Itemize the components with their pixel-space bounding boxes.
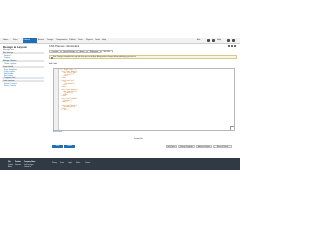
tab-help[interactable]: Help xyxy=(102,38,108,43)
line-number-gutter xyxy=(54,69,59,130)
footer-link-privacy[interactable]: Privacy xyxy=(52,163,57,164)
logout-icon[interactable] xyxy=(232,39,235,42)
footer-col-product-heading: Product xyxy=(15,162,21,163)
subtab-responsive[interactable]: Responsive xyxy=(87,50,101,53)
manage-templates-button[interactable]: Manage Templates xyxy=(178,145,195,148)
save-button[interactable]: Save xyxy=(52,145,63,148)
ask-link[interactable]: Ask xyxy=(197,38,200,43)
info-text: Note: Changes to template files may affe… xyxy=(53,57,137,58)
user-icon[interactable] xyxy=(207,39,210,42)
editor-label: Edit Code xyxy=(49,63,57,65)
footer-link-legal[interactable]: Legal xyxy=(68,163,72,164)
page-title: CSS Themes - Reminders xyxy=(49,45,80,48)
footer-link-contact[interactable]: Contact xyxy=(85,163,90,164)
footer-link-terms[interactable]: Terms xyxy=(60,163,64,164)
footer-col-product-line[interactable]: Features xyxy=(15,165,21,166)
info-icon xyxy=(51,57,53,59)
tab-reports[interactable]: Reports xyxy=(86,38,94,43)
code-editor[interactable]: <!-- header start --> <div class="header… xyxy=(53,68,235,131)
footer-col-company-line[interactable]: Contact us xyxy=(24,167,31,168)
settings-icon[interactable] xyxy=(231,45,233,47)
subtab-overview[interactable]: Overview xyxy=(49,50,61,53)
subtab-edit-files[interactable]: Edit Files xyxy=(101,50,113,53)
info-notice: Note: Changes to template files may affe… xyxy=(49,55,237,59)
tab-home[interactable]: Home xyxy=(3,38,12,43)
add-template-link[interactable]: Add Template xyxy=(53,132,62,133)
footer-col-site-line[interactable]: About xyxy=(8,167,12,168)
help-topics-button[interactable]: Help Topics xyxy=(166,145,177,148)
advanced-options-button[interactable]: Advanced Options xyxy=(196,145,212,148)
revert-to-default-button[interactable]: Revert to Default xyxy=(213,145,232,148)
subtab-assets[interactable]: Assets xyxy=(77,50,87,53)
sidebar: Design & Layout Manage site Site Setting… xyxy=(2,44,44,112)
footer-col-site-line[interactable]: Contact xyxy=(8,165,13,166)
tab-publish[interactable]: Publish xyxy=(69,38,77,43)
tab-design[interactable]: Design xyxy=(47,38,55,43)
tab-assets[interactable]: Assets xyxy=(38,38,46,43)
footer-col-site-heading: Site xyxy=(8,162,11,163)
sidebar-subtitle: Manage site xyxy=(3,49,14,51)
footer-col-company-line[interactable]: Links to pages xyxy=(24,165,34,166)
sidebar-item-template-files[interactable]: Template Files xyxy=(2,77,44,79)
gear-icon[interactable] xyxy=(227,39,230,42)
cancel-button[interactable]: Cancel xyxy=(64,145,75,148)
tab-components[interactable]: Components xyxy=(56,38,68,43)
tab-tasks[interactable]: Tasks xyxy=(95,38,101,43)
resize-handle[interactable] xyxy=(230,126,234,130)
edit-icon[interactable] xyxy=(228,45,230,47)
footer-col-company-heading: Company Name xyxy=(24,162,36,163)
preview-site-label: Preview Site xyxy=(134,139,143,140)
footer-link-status[interactable]: Status xyxy=(76,163,80,164)
bell-icon[interactable] xyxy=(212,39,215,42)
subtab-general-settings[interactable]: General Settings xyxy=(61,50,77,53)
code-text[interactable]: <!-- header start --> <div class="header… xyxy=(60,70,78,112)
tab-sites[interactable]: Sites xyxy=(13,38,22,43)
sidebar-item-theme-options[interactable]: Theme Options xyxy=(4,63,16,65)
site-footer: Site Contact About Product Features Comp… xyxy=(0,158,240,170)
help-link[interactable]: Help xyxy=(217,38,221,43)
tab-content[interactable]: Content xyxy=(23,38,37,43)
code-line[interactable]: <!-- end --> xyxy=(60,110,78,112)
more-icon[interactable] xyxy=(234,45,236,47)
tab-tools[interactable]: Tools xyxy=(78,38,85,43)
sidebar-item-display[interactable]: Display xyxy=(4,57,10,59)
sidebar-item-footer-content[interactable]: Footer Content xyxy=(4,85,16,87)
